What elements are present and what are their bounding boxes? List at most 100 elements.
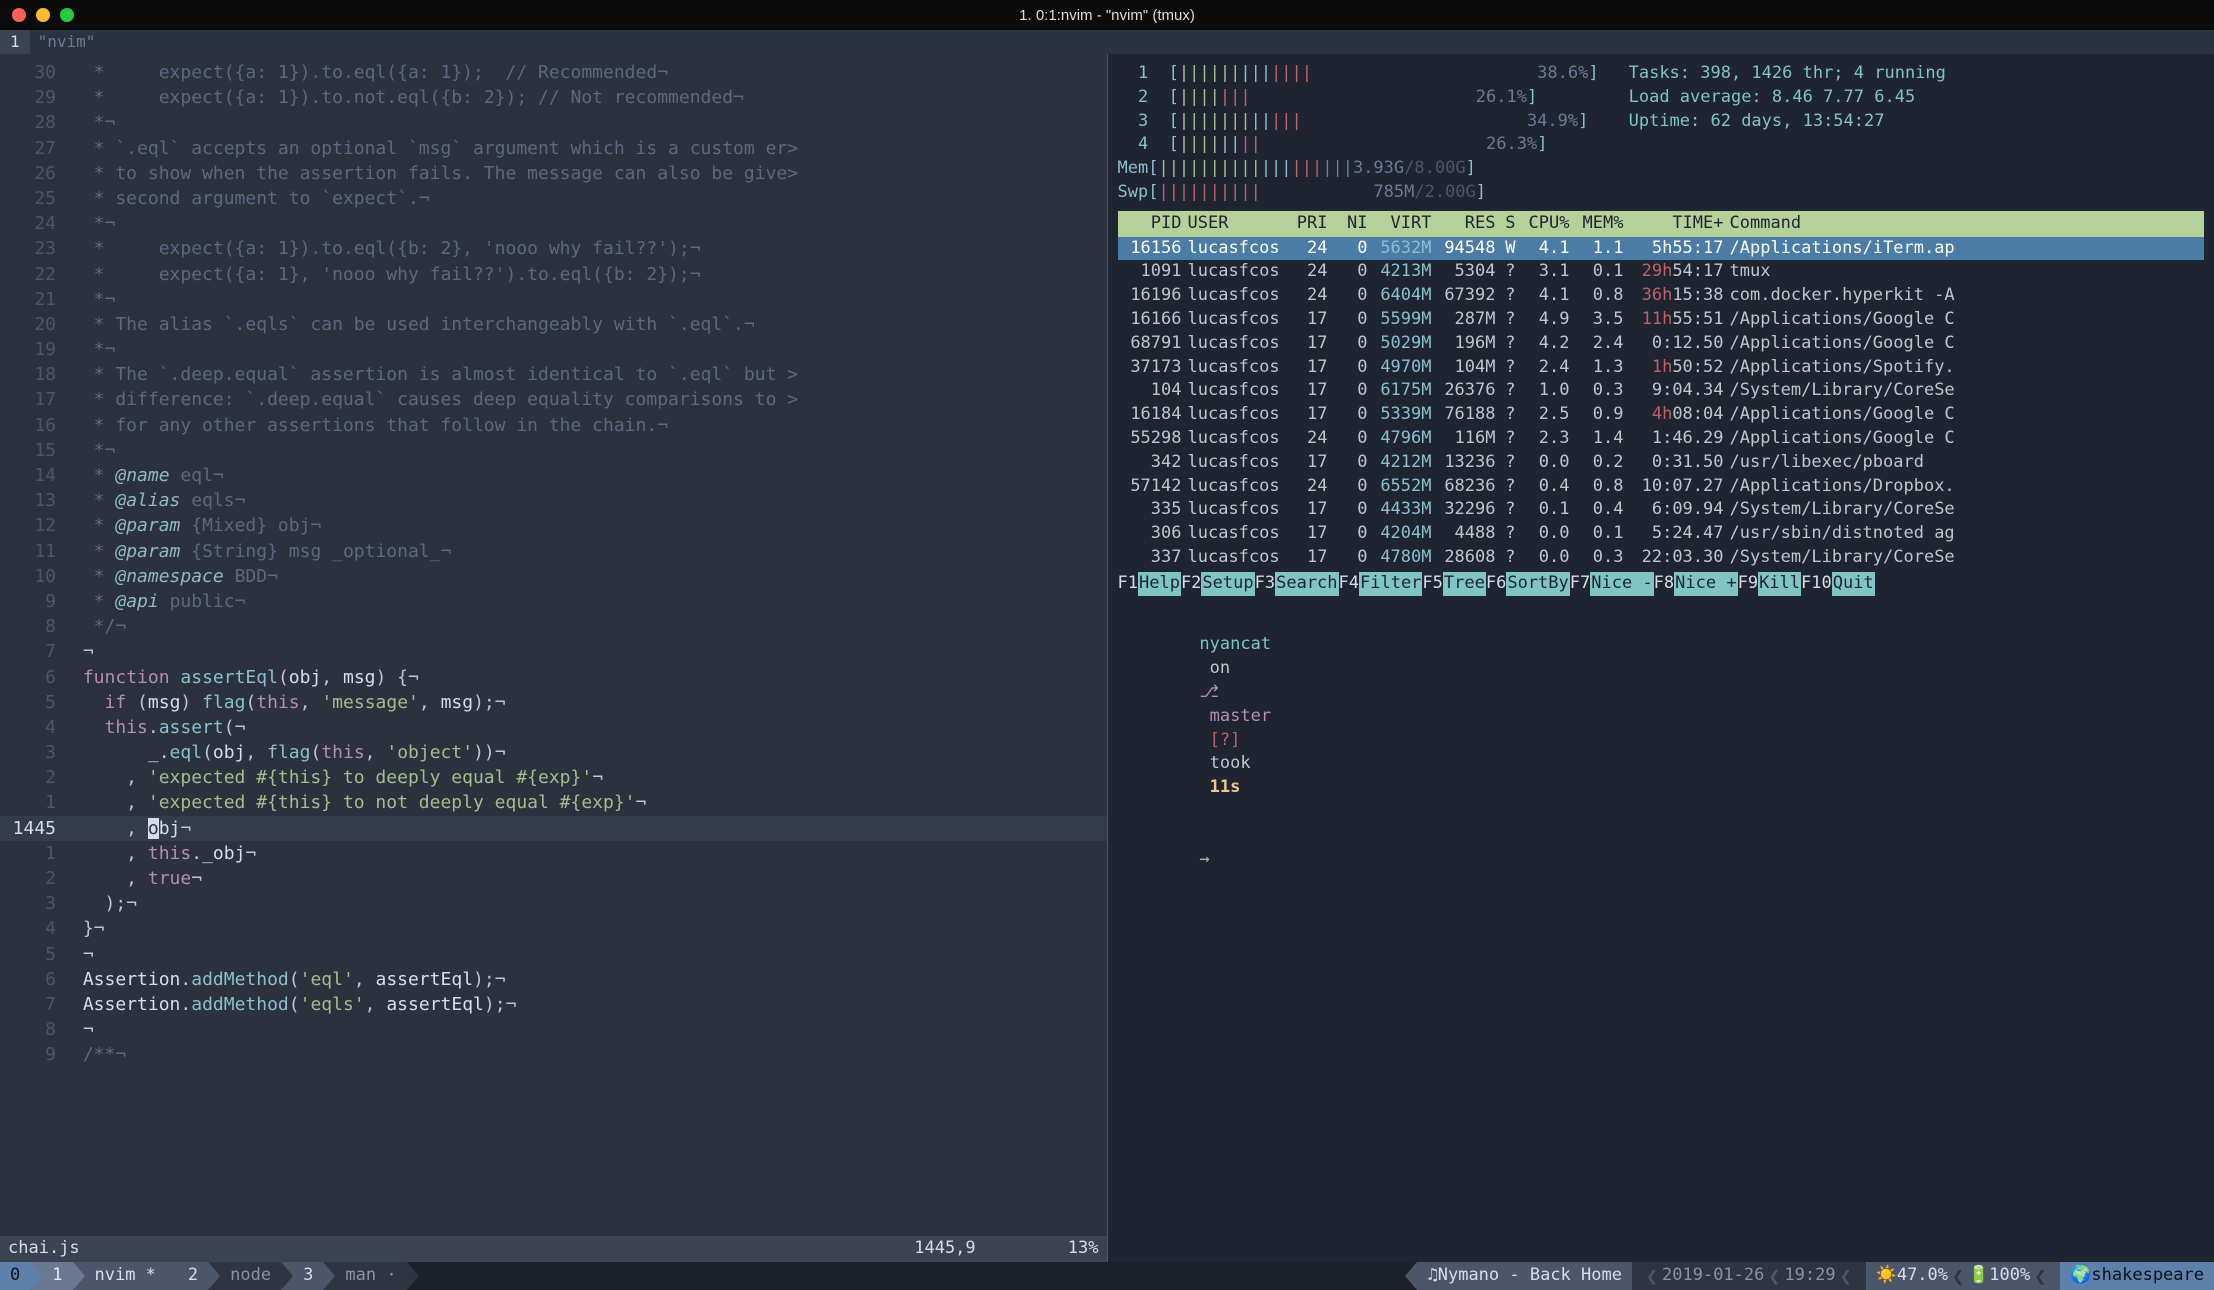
fkey-f4[interactable]: F4	[1339, 572, 1359, 596]
htop-process-list[interactable]: 16156lucasfcos2405632M94548W4.11.15h55:1…	[1118, 237, 2205, 570]
code-line[interactable]: 1 , this._obj¬	[0, 841, 1107, 866]
code-line[interactable]: 10 * @namespace BDD¬	[0, 564, 1107, 589]
code-line[interactable]: 28 *¬	[0, 110, 1107, 135]
prompt-dir: nyancat	[1199, 634, 1271, 654]
code-line[interactable]: 4 }¬	[0, 916, 1107, 941]
code-line[interactable]: 9 /**¬	[0, 1042, 1107, 1067]
fkey-f9[interactable]: F9	[1738, 572, 1758, 596]
editor-body[interactable]: 30 * expect({a: 1}).to.eql({a: 1}); // R…	[0, 54, 1107, 1236]
tmux-window-1[interactable]: 1	[42, 1262, 72, 1290]
minimize-icon[interactable]	[36, 8, 50, 22]
fkey-f5[interactable]: F5	[1422, 572, 1442, 596]
code-line[interactable]: 3 );¬	[0, 891, 1107, 916]
process-row[interactable]: 16156lucasfcos2405632M94548W4.11.15h55:1…	[1118, 237, 2205, 261]
weather-icon: ☀️	[1876, 1264, 1897, 1288]
code-line[interactable]: 8 ¬	[0, 1017, 1107, 1042]
git-branch-icon: ⎇	[1199, 682, 1219, 702]
fkey-f8[interactable]: F8	[1654, 572, 1674, 596]
window-title: 1. 0:1:nvim - "nvim" (tmux)	[1019, 5, 1195, 26]
code-line[interactable]: 21 *¬	[0, 287, 1107, 312]
git-branch	[1199, 706, 1209, 726]
code-line[interactable]: 6 Assertion.addMethod('eql', assertEql);…	[0, 967, 1107, 992]
fkey-f10[interactable]: F10	[1801, 572, 1832, 596]
nvim-statusline: chai.js 1445,9 13%	[0, 1236, 1107, 1262]
code-line[interactable]: 2 , true¬	[0, 866, 1107, 891]
tmux-date: ❮2019-01-26 ❮19:29 ❮	[1632, 1262, 1866, 1290]
code-line[interactable]: 29 * expect({a: 1}).to.not.eql({b: 2}); …	[0, 85, 1107, 110]
process-row[interactable]: 337lucasfcos1704780M28608?0.00.322:03.30…	[1118, 546, 2205, 570]
process-row[interactable]: 55298lucasfcos2404796M116M?2.31.41:46.29…	[1118, 427, 2205, 451]
code-line[interactable]: 7 Assertion.addMethod('eqls', assertEql)…	[0, 992, 1107, 1017]
nvim-scroll-pct: 13%	[1068, 1238, 1099, 1258]
htop-fkeys[interactable]: F1Help F2Setup F3SearchF4FilterF5Tree F6…	[1118, 572, 2205, 596]
code-line[interactable]: 8 */¬	[0, 614, 1107, 639]
code-line[interactable]: 11 * @param {String} msg _optional_¬	[0, 539, 1107, 564]
htop-meters: 1 [||||||||||||| 38.6%] 2 [||||||| 26.1%…	[1118, 62, 1599, 205]
tmux-session[interactable]: 0	[0, 1262, 30, 1290]
tmux-window-2[interactable]: 2	[178, 1262, 208, 1290]
code-line[interactable]: 15 *¬	[0, 438, 1107, 463]
fkey-f3[interactable]: F3	[1255, 572, 1275, 596]
tmux-window-3[interactable]: 3	[293, 1262, 323, 1290]
process-row[interactable]: 37173lucasfcos1704970M104M?2.41.31h50:52…	[1118, 356, 2205, 380]
code-line[interactable]: 13 * @alias eqls¬	[0, 488, 1107, 513]
battery-icon: 🔋	[1968, 1264, 1989, 1288]
maximize-icon[interactable]	[60, 8, 74, 22]
code-line[interactable]: 24 *¬	[0, 211, 1107, 236]
git-dirty: [?]	[1210, 730, 1241, 750]
process-row[interactable]: 104lucasfcos1706175M26376?1.00.39:04.34/…	[1118, 379, 2205, 403]
code-line[interactable]: 3 _.eql(obj, flag(this, 'object'))¬	[0, 740, 1107, 765]
code-line[interactable]: 30 * expect({a: 1}).to.eql({a: 1}); // R…	[0, 60, 1107, 85]
tmux-windows[interactable]: 1nvim *2node3man ·	[42, 1262, 418, 1290]
tmux-weather: ☀️ 47.0% ❮ 🔋 100% ❮	[1866, 1262, 2061, 1290]
code-line[interactable]: 5 if (msg) flag(this, 'message', msg);¬	[0, 690, 1107, 715]
code-line[interactable]: 20 * The alias `.eqls` can be used inter…	[0, 312, 1107, 337]
code-line[interactable]: 17 * difference: `.deep.equal` causes de…	[0, 387, 1107, 412]
process-row[interactable]: 306lucasfcos1704204M4488?0.00.15:24.47/u…	[1118, 522, 2205, 546]
code-line[interactable]: 1 , 'expected #{this} to not deeply equa…	[0, 790, 1107, 815]
code-line[interactable]: 26 * to show when the assertion fails. T…	[0, 161, 1107, 186]
code-line[interactable]: 22 * expect({a: 1}, 'nooo why fail??').t…	[0, 262, 1107, 287]
code-line[interactable]: 7 ¬	[0, 639, 1107, 664]
fkey-f1[interactable]: F1	[1118, 572, 1138, 596]
code-line[interactable]: 18 * The `.deep.equal` assertion is almo…	[0, 362, 1107, 387]
process-row[interactable]: 16184lucasfcos1705339M76188?2.50.94h08:0…	[1118, 403, 2205, 427]
tmux-music: ♫ ♫ Nymano - Back Home Nymano - Back Hom…	[1417, 1262, 1631, 1290]
globe-icon: 🌍	[2070, 1264, 2091, 1288]
htop-meta: Tasks: 398, 1426 thr; 4 running Load ave…	[1629, 62, 2204, 205]
htop[interactable]: 1 [||||||||||||| 38.6%] 2 [||||||| 26.1%…	[1108, 62, 2214, 596]
code-line[interactable]: 14 * @name eql¬	[0, 463, 1107, 488]
code-line[interactable]: 12 * @param {Mixed} obj¬	[0, 513, 1107, 538]
pane-right[interactable]: 1 [||||||||||||| 38.6%] 2 [||||||| 26.1%…	[1108, 54, 2214, 1262]
process-row[interactable]: 16196lucasfcos2406404M67392?4.10.836h15:…	[1118, 284, 2205, 308]
code-line[interactable]: 4 this.assert(¬	[0, 715, 1107, 740]
process-row[interactable]: 1091lucasfcos2404213M5304?3.10.129h54:17…	[1118, 260, 2205, 284]
tmux-tab-index[interactable]: 1	[0, 30, 30, 54]
close-icon[interactable]	[12, 8, 26, 22]
code-line[interactable]: 2 , 'expected #{this} to deeply equal #{…	[0, 765, 1107, 790]
code-line[interactable]: 6 function assertEql(obj, msg) {¬	[0, 665, 1107, 690]
process-row[interactable]: 335lucasfcos1704433M32296?0.10.46:09.94/…	[1118, 498, 2205, 522]
nvim-filename: chai.js	[8, 1237, 80, 1261]
code-line[interactable]: 1445 , obj¬	[0, 816, 1107, 841]
htop-load: Load average: 8.46 7.77 6.45	[1629, 86, 2204, 110]
code-line[interactable]: 5 ¬	[0, 942, 1107, 967]
process-row[interactable]: 342lucasfcos1704212M13236?0.00.20:31.50/…	[1118, 451, 2205, 475]
htop-header[interactable]: PID USER PRI NI VIRT RES S CPU% MEM% TIM…	[1118, 211, 2205, 237]
code-line[interactable]: 16 * for any other assertions that follo…	[0, 413, 1107, 438]
code-line[interactable]: 19 *¬	[0, 337, 1107, 362]
pane-editor[interactable]: 30 * expect({a: 1}).to.eql({a: 1}); // R…	[0, 54, 1108, 1262]
process-row[interactable]: 57142lucasfcos2406552M68236?0.40.810:07.…	[1118, 475, 2205, 499]
process-row[interactable]: 68791lucasfcos1705029M196M?4.22.40:12.50…	[1118, 332, 2205, 356]
tmux-tabline: 1 "nvim"	[0, 30, 2214, 54]
htop-tasks: Tasks: 398, 1426 thr; 4 running	[1629, 62, 2204, 86]
code-line[interactable]: 25 * second argument to `expect`.¬	[0, 186, 1107, 211]
process-row[interactable]: 16166lucasfcos1705599M287M?4.93.511h55:5…	[1118, 308, 2205, 332]
code-line[interactable]: 27 * `.eql` accepts an optional `msg` ar…	[0, 136, 1107, 161]
code-line[interactable]: 9 * @api public¬	[0, 589, 1107, 614]
fkey-f2[interactable]: F2	[1181, 572, 1201, 596]
shell-prompt[interactable]: nyancat on ⎇ master [?] took 11s →	[1108, 596, 2214, 910]
code-line[interactable]: 23 * expect({a: 1}).to.eql({b: 2}, 'nooo…	[0, 236, 1107, 261]
fkey-f6[interactable]: F6	[1486, 572, 1506, 596]
fkey-f7[interactable]: F7	[1570, 572, 1590, 596]
